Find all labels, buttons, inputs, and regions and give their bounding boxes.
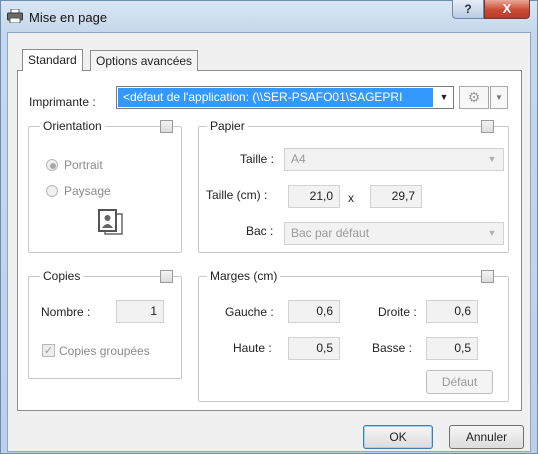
- landscape-label: Paysage: [64, 184, 111, 198]
- default-margins-button[interactable]: Défaut: [426, 370, 493, 394]
- paper-size-cm-label: Taille (cm) :: [206, 188, 268, 202]
- help-button[interactable]: ?: [452, 0, 484, 19]
- paper-size-label: Taille :: [240, 152, 275, 166]
- tray-label: Bac :: [246, 224, 274, 238]
- window-title: Mise en page: [29, 10, 108, 25]
- chevron-down-icon[interactable]: ▼: [484, 223, 500, 244]
- radio-dot: [50, 163, 56, 169]
- margin-bottom-field[interactable]: 0,5: [426, 337, 478, 360]
- gear-icon[interactable]: ⚙: [459, 86, 489, 109]
- printer-select-value[interactable]: <défaut de l'application: (\\SER-PSAFO01…: [118, 88, 433, 107]
- collate-checkbox[interactable]: ✓: [42, 344, 55, 357]
- margin-right-field[interactable]: 0,6: [426, 300, 478, 323]
- tray-select[interactable]: Bac par défaut: [284, 222, 504, 245]
- orientation-group-checkbox[interactable]: [160, 120, 173, 133]
- tab-standard[interactable]: Standard: [22, 49, 83, 71]
- portrait-label: Portrait: [64, 158, 103, 172]
- margin-top-label: Haute :: [233, 341, 272, 355]
- page-orientation-icon: [98, 209, 123, 235]
- paper-size-select[interactable]: A4: [284, 148, 504, 171]
- ok-button[interactable]: OK: [363, 425, 433, 449]
- printer-label: Imprimante :: [29, 95, 96, 109]
- close-button[interactable]: X: [484, 0, 530, 19]
- chevron-down-icon[interactable]: ▼: [490, 86, 508, 109]
- copies-legend: Copies: [40, 269, 84, 283]
- paper-group-checkbox[interactable]: [481, 120, 494, 133]
- paper-height-field[interactable]: 29,7: [370, 185, 422, 208]
- margins-legend: Marges (cm): [207, 269, 281, 283]
- paper-legend: Papier: [207, 119, 248, 133]
- portrait-radio[interactable]: [46, 159, 58, 171]
- printer-icon: [7, 9, 23, 23]
- times-sign: x: [348, 191, 354, 205]
- landscape-radio[interactable]: [46, 185, 58, 197]
- margins-group-checkbox[interactable]: [481, 270, 494, 283]
- margin-left-label: Gauche :: [225, 305, 274, 319]
- copies-group: [28, 276, 182, 379]
- copies-number-field[interactable]: 1: [116, 300, 164, 323]
- margin-right-label: Droite :: [378, 305, 417, 319]
- copies-number-label: Nombre :: [41, 305, 91, 319]
- margin-top-field[interactable]: 0,5: [288, 337, 340, 360]
- orientation-legend: Orientation: [40, 119, 105, 133]
- copies-group-checkbox[interactable]: [160, 270, 173, 283]
- margin-bottom-label: Basse :: [372, 341, 413, 355]
- chevron-down-icon[interactable]: ▼: [436, 88, 452, 107]
- cancel-button[interactable]: Annuler: [449, 425, 524, 449]
- tab-advanced-options[interactable]: Options avancées: [90, 50, 199, 71]
- margin-left-field[interactable]: 0,6: [288, 300, 340, 323]
- paper-width-field[interactable]: 21,0: [288, 185, 340, 208]
- chevron-down-icon[interactable]: ▼: [484, 149, 500, 170]
- collate-label: Copies groupées: [59, 344, 150, 358]
